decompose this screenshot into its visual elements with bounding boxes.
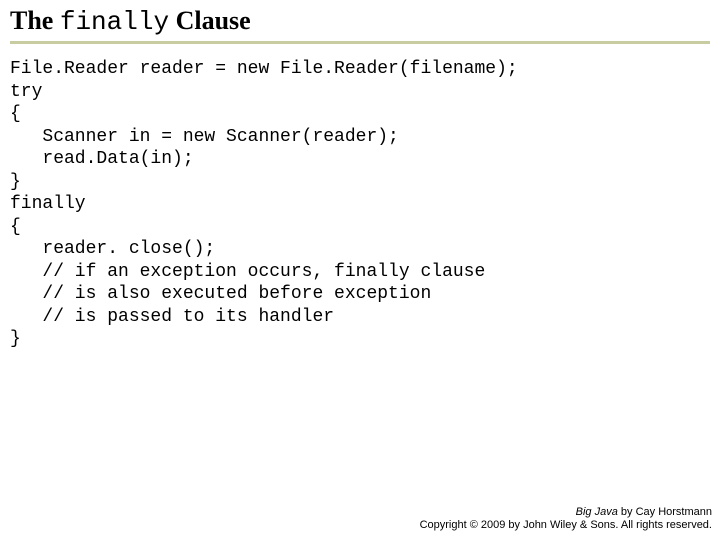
slide-title: The finally Clause xyxy=(10,6,710,44)
code-block: File.Reader reader = new File.Reader(fil… xyxy=(10,58,518,351)
title-keyword: finally xyxy=(60,7,169,37)
footer-line1: Big Java by Cay Horstmann xyxy=(420,506,712,519)
footer-author: by Cay Horstmann xyxy=(618,506,712,518)
footer-book-title: Big Java xyxy=(576,506,618,518)
title-suffix: Clause xyxy=(169,6,251,35)
title-prefix: The xyxy=(10,6,60,35)
footer-copyright: Copyright © 2009 by John Wiley & Sons. A… xyxy=(420,519,712,532)
slide: The finally Clause File.Reader reader = … xyxy=(0,0,720,540)
footer: Big Java by Cay Horstmann Copyright © 20… xyxy=(420,506,712,532)
